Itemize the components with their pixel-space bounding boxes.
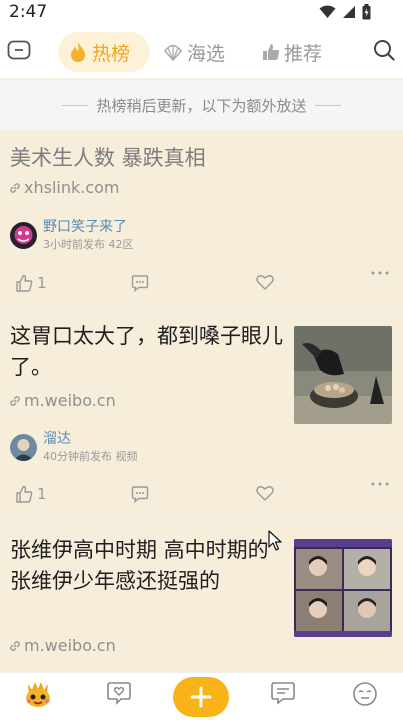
profile-face-icon[interactable] [352,681,378,711]
post-title[interactable]: 美术生人数 暴跌真相 [10,143,390,174]
bottom-navigation [0,672,403,720]
post-card[interactable]: 张维伊高中时期 高中时期的张维伊少年感还挺强的 m.weibo.cn [0,523,403,673]
author[interactable]: 野口笑子来了 3小时前发布 42区 [10,217,134,253]
comment-icon [131,486,149,503]
search-icon[interactable] [373,39,395,65]
link-icon [10,395,20,406]
tab-label: 海选 [187,42,226,65]
update-notice: 热榜稍后更新，以下为额外放送 [0,80,403,130]
post-meta: 3小时前发布 42区 [43,238,134,251]
shell-icon [163,44,183,62]
post-title[interactable]: 这胃口太大了，都到嗓子眼儿了。 [10,321,286,383]
favorite-button[interactable] [256,485,274,501]
link-icon [10,182,20,193]
chat-icon[interactable] [270,681,296,709]
like-icon [16,274,33,292]
tab-label: 热榜 [92,42,131,65]
signal-icon [343,6,355,18]
source-link[interactable]: m.weibo.cn [9,391,116,410]
avatar[interactable] [10,222,37,249]
menu-toggle-icon[interactable] [7,40,31,64]
post-thumbnail[interactable] [294,539,392,637]
divider [314,104,341,106]
home-mascot-icon[interactable] [22,678,54,714]
like-button[interactable]: 1 [15,274,47,292]
author-name[interactable]: 野口笑子来了 [43,217,134,237]
source-link[interactable]: xhslink.com [9,178,120,197]
post-title[interactable]: 张维伊高中时期 高中时期的张维伊少年感还挺强的 [10,535,286,597]
plus-icon [190,686,212,708]
action-bar: 1 [0,270,403,300]
like-button[interactable]: 1 [15,485,47,503]
mouse-cursor [268,530,284,556]
comment-button[interactable] [131,485,149,503]
tab-recommend[interactable]: 推荐 [262,32,342,72]
thumbs-up-icon [263,44,280,60]
status-time: 2:47 [9,2,48,22]
status-icons [319,4,371,20]
tab-label: 推荐 [284,42,323,65]
favorite-button[interactable] [256,274,274,290]
avatar[interactable] [10,434,37,461]
like-icon [16,485,33,503]
author-name[interactable]: 溜达 [43,429,138,449]
post-meta: 40分钟前发布 视频 [43,450,138,463]
tab-audition[interactable]: 海选 [163,32,243,72]
post-card[interactable]: 美术生人数 暴跌真相 xhslink.com 野口笑子来了 3小时前发布 42区… [0,133,403,308]
notice-text: 热榜稍后更新，以下为额外放送 [96,96,307,115]
link-text: xhslink.com [24,178,120,197]
like-count: 1 [37,274,47,292]
more-options-icon[interactable] [371,481,389,487]
like-count: 1 [37,485,47,503]
add-post-button[interactable] [173,677,229,717]
comment-button[interactable] [131,274,149,292]
link-text: m.weibo.cn [24,391,116,410]
heart-message-icon[interactable] [106,681,132,709]
author[interactable]: 溜达 40分钟前发布 视频 [10,429,138,465]
status-bar: 2:47 [0,0,403,26]
heart-icon [256,275,274,290]
comment-icon [131,275,149,292]
action-bar: 1 [0,481,403,511]
flame-icon [71,42,85,62]
tab-hot-list[interactable]: 热榜 [58,32,150,72]
post-card[interactable]: 这胃口太大了，都到嗓子眼儿了。 m.weibo.cn 溜达 40分钟前发布 视频 [0,313,403,518]
divider [62,104,89,106]
link-icon [10,640,20,651]
link-text: m.weibo.cn [24,636,116,655]
heart-icon [256,486,274,501]
source-link[interactable]: m.weibo.cn [9,636,116,655]
battery-icon [362,4,371,20]
more-options-icon[interactable] [371,270,389,276]
top-navigation: 热榜 海选 推荐 [0,26,403,78]
wifi-icon [319,5,336,18]
post-thumbnail[interactable] [294,326,392,424]
